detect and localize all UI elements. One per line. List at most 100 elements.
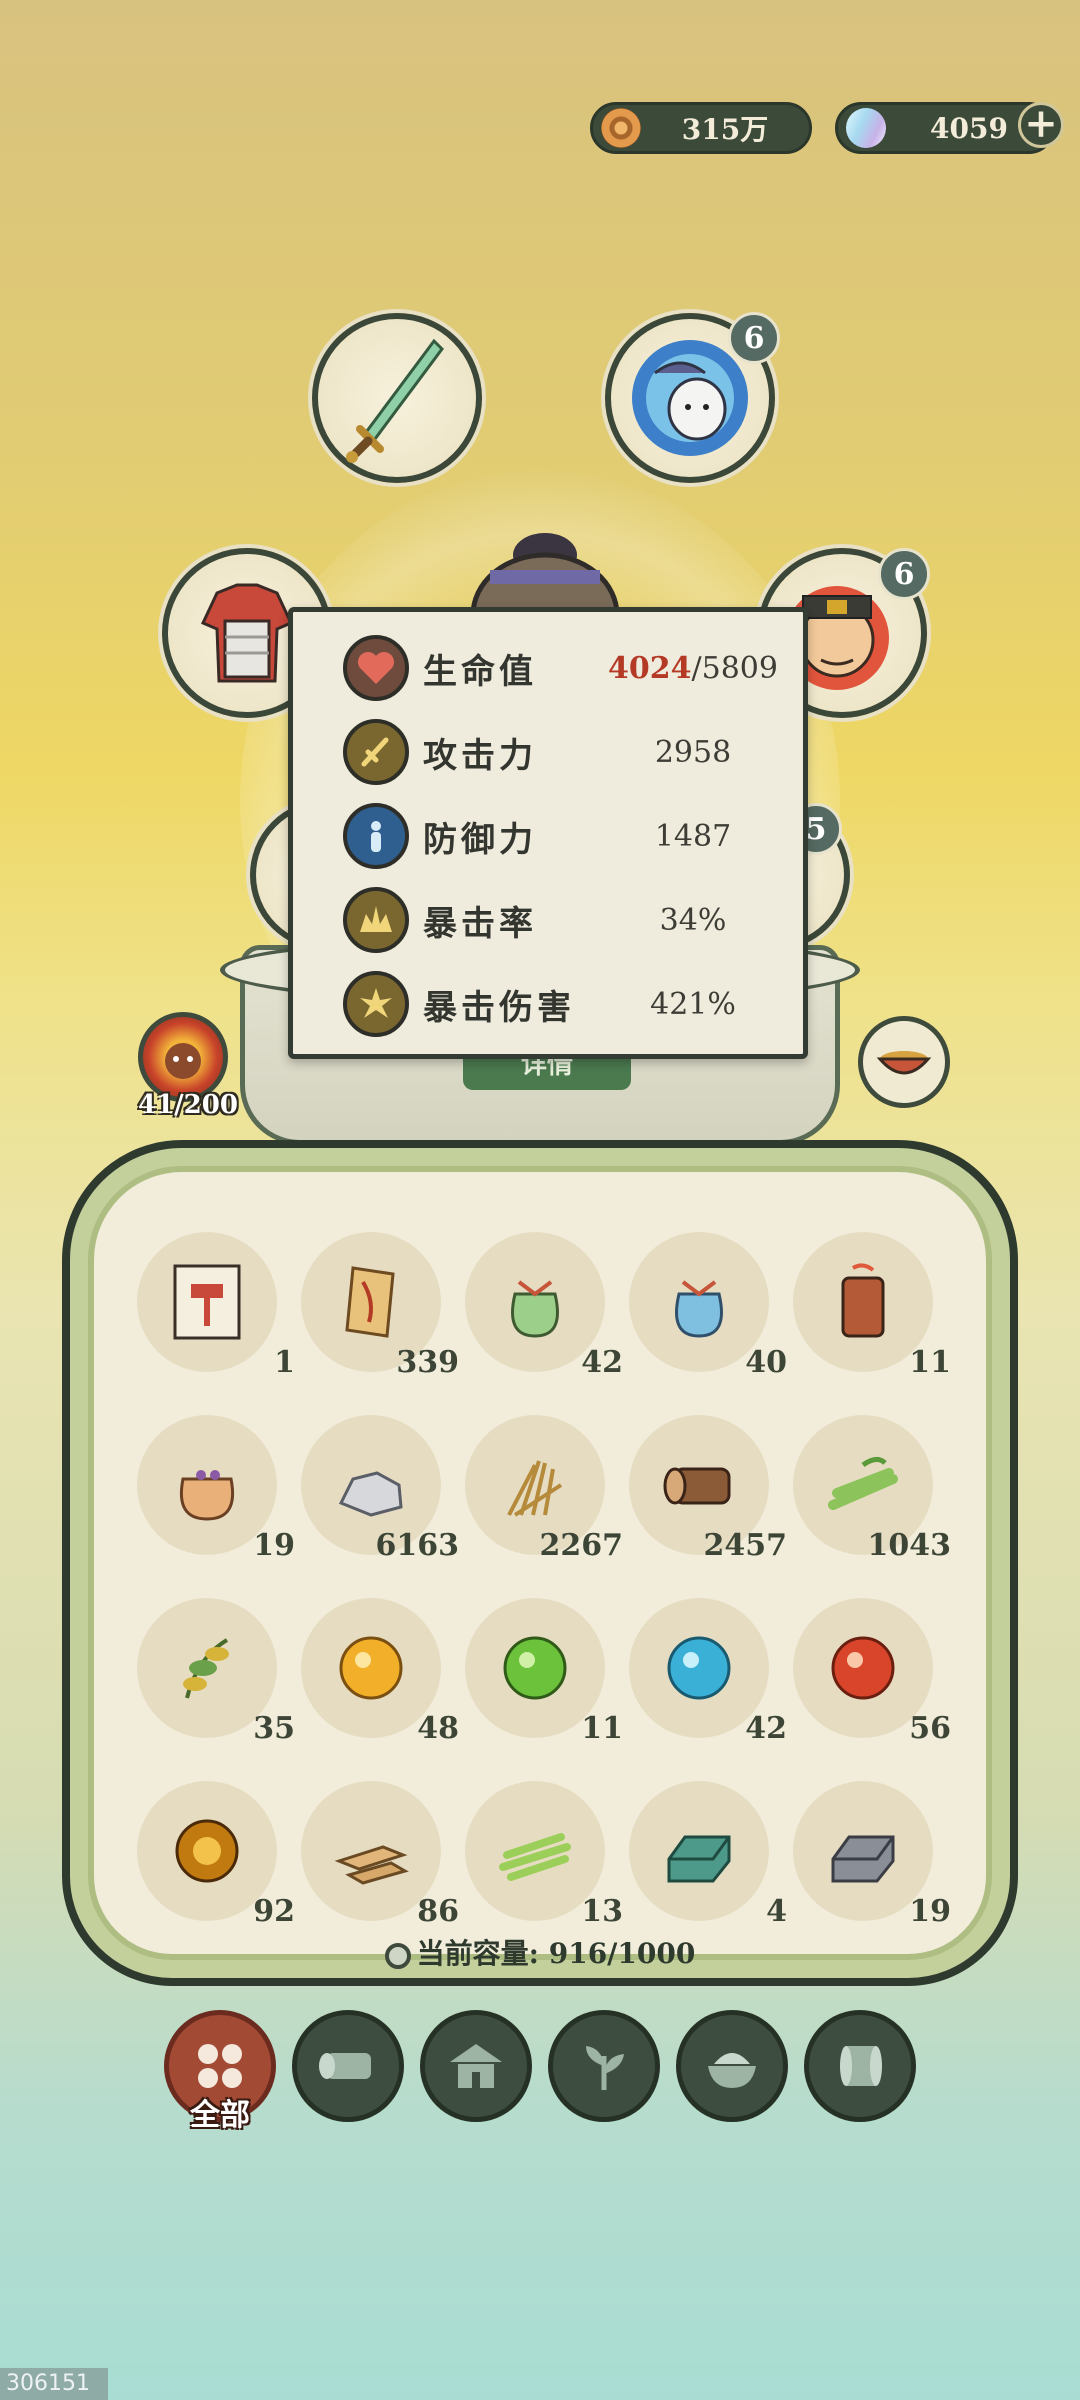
item-count: 1 <box>274 1345 295 1380</box>
tab-materials[interactable] <box>292 2010 404 2122</box>
stat-row-crit-damage: 暴击伤害 421% <box>293 964 803 1044</box>
item-count: 11 <box>909 1345 951 1380</box>
gem-icon <box>840 102 892 154</box>
item-count: 4 <box>766 1894 787 1929</box>
item-count: 40 <box>745 1345 787 1380</box>
green-pouch-icon <box>511 1280 559 1338</box>
inventory-item[interactable]: 2457 <box>629 1415 787 1563</box>
level-progress: 41/200 <box>138 1090 238 1120</box>
stat-value-defense: 1487 <box>654 818 732 854</box>
capacity-label: 当前容量: <box>416 1937 539 1970</box>
stat-value-attack: 2958 <box>654 734 732 770</box>
inventory-item[interactable]: 48 <box>301 1598 459 1746</box>
plank-icon <box>334 1845 409 1885</box>
inventory-item[interactable]: 40 <box>629 1232 787 1380</box>
sprout-tab-icon <box>586 2046 624 2090</box>
hp-current: 4024 <box>608 650 692 686</box>
item-count: 56 <box>909 1711 951 1746</box>
tab-food[interactable] <box>676 2010 788 2122</box>
add-gems-button[interactable]: + <box>1018 102 1064 148</box>
inventory-item[interactable]: 6163 <box>301 1415 459 1563</box>
inventory-item[interactable]: 11 <box>465 1598 623 1746</box>
yellow-orb-icon <box>339 1636 403 1700</box>
herb-icon <box>183 1638 229 1699</box>
coin-icon <box>601 108 641 148</box>
bamboo-icon <box>828 1457 898 1510</box>
stat-value-crit-damage: 421% <box>650 986 736 1022</box>
inventory-item[interactable]: 19 <box>137 1415 295 1563</box>
inventory-item[interactable]: 19 <box>793 1781 951 1929</box>
heart-icon <box>343 635 409 701</box>
inventory-item[interactable]: 13 <box>465 1781 623 1929</box>
crit-rate-icon <box>343 887 409 953</box>
bamboo-strips-icon <box>499 1833 571 1881</box>
level-bubble[interactable] <box>138 1012 228 1102</box>
log-tab-icon <box>319 2053 371 2079</box>
inventory-item[interactable]: 42 <box>465 1232 623 1380</box>
inventory-item[interactable]: 1 <box>137 1232 295 1380</box>
coin-counter: 315万 <box>590 102 812 154</box>
tab-herbs[interactable] <box>548 2010 660 2122</box>
log-icon <box>663 1467 731 1505</box>
stats-panel: 生命值 4024/5809 攻击力 2958 防御力 1487 暴击率 34% … <box>288 607 808 1059</box>
inventory-item[interactable]: 2267 <box>465 1415 623 1563</box>
inventory-item[interactable]: 1043 <box>793 1415 951 1563</box>
item-count: 48 <box>417 1711 459 1746</box>
inventory-item[interactable]: 11 <box>793 1232 951 1380</box>
stat-row-hp: 生命值 4024/5809 <box>293 628 803 708</box>
stat-name-crit-rate: 暴击率 <box>423 903 537 944</box>
footer-id: 306151 <box>0 2368 108 2400</box>
capacity-value: 916/1000 <box>548 1937 696 1970</box>
item-count: 2267 <box>539 1528 624 1563</box>
capacity-indicator: 当前容量: 916/1000 <box>0 1932 1080 1972</box>
grid-dots-icon <box>198 2044 242 2088</box>
inventory-item[interactable]: 92 <box>137 1781 295 1929</box>
attack-icon <box>343 719 409 785</box>
stat-value-hp: 4024/5809 <box>603 651 783 686</box>
tab-all-label: 全部 <box>190 2098 250 2133</box>
tab-scrolls[interactable] <box>804 2010 916 2122</box>
item-count: 92 <box>253 1894 295 1929</box>
item-count: 42 <box>581 1345 623 1380</box>
scroll-tab-icon <box>840 2046 882 2086</box>
mount-badge: 6 <box>728 312 780 364</box>
coin-value: 315万 <box>681 113 769 146</box>
food-bowl-icon <box>876 1051 932 1075</box>
inventory-item[interactable]: 339 <box>301 1232 459 1380</box>
item-count: 6163 <box>375 1528 460 1563</box>
rice-bowl-tab-icon <box>708 2053 756 2088</box>
weapon-slot[interactable] <box>312 313 482 483</box>
stat-row-defense: 防御力 1487 <box>293 796 803 876</box>
inventory-item[interactable]: 56 <box>793 1598 951 1746</box>
defense-icon <box>343 803 409 869</box>
iron-ingot-icon <box>831 1835 895 1883</box>
inventory-item[interactable]: 42 <box>629 1598 787 1746</box>
stat-name-crit-damage: 暴击伤害 <box>423 987 575 1028</box>
paper-charm-icon <box>345 1266 395 1338</box>
companion-badge: 6 <box>878 548 930 600</box>
stat-value-crit-rate: 34% <box>659 902 727 938</box>
sword-icon <box>346 338 444 463</box>
stat-name-hp: 生命值 <box>423 651 537 692</box>
stat-row-crit-rate: 暴击率 34% <box>293 880 803 960</box>
house-tab-icon <box>450 2044 502 2088</box>
amber-orb-icon <box>175 1819 239 1883</box>
blue-orb-icon <box>667 1636 731 1700</box>
item-count: 42 <box>745 1711 787 1746</box>
tab-buildings[interactable] <box>420 2010 532 2122</box>
stone-icon <box>338 1471 403 1517</box>
inventory-item[interactable]: 35 <box>137 1598 295 1746</box>
fire-spirit-icon <box>165 1043 201 1079</box>
food-bubble[interactable] <box>858 1016 950 1108</box>
green-orb-icon <box>503 1636 567 1700</box>
inventory-item[interactable]: 4 <box>629 1781 787 1929</box>
stat-name-defense: 防御力 <box>423 819 537 860</box>
item-count: 11 <box>581 1711 623 1746</box>
item-count: 1043 <box>867 1528 952 1563</box>
crit-damage-icon <box>343 971 409 1037</box>
inventory-item[interactable]: 86 <box>301 1781 459 1929</box>
item-count: 13 <box>581 1894 623 1929</box>
jade-ingot-icon <box>667 1835 731 1883</box>
red-orb-icon <box>831 1636 895 1700</box>
item-count: 19 <box>909 1894 951 1929</box>
